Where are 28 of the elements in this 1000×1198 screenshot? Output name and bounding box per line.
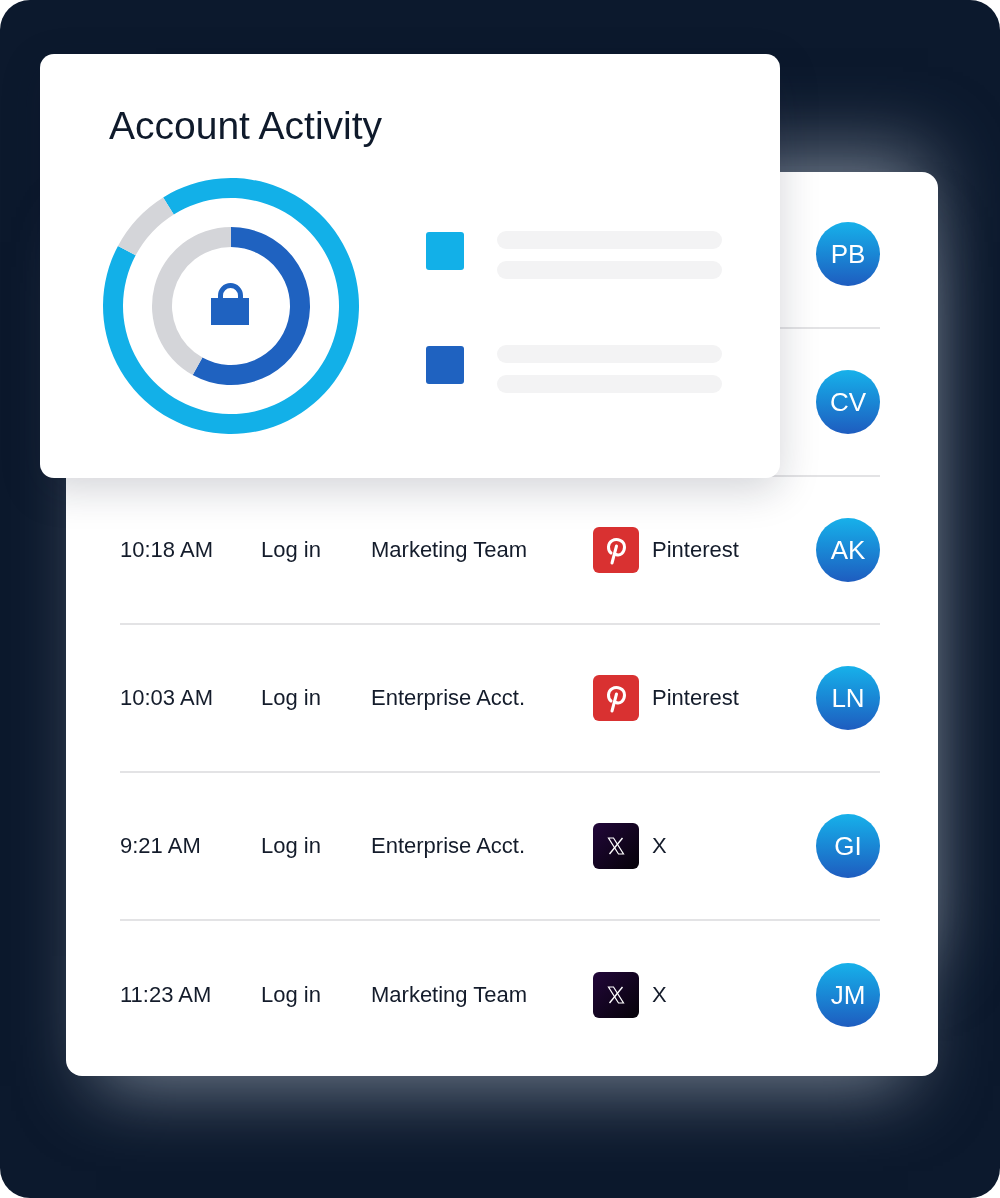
action-text: Log in bbox=[261, 982, 321, 1007]
action-text: Log in bbox=[261, 537, 321, 562]
card-title: Account Activity bbox=[109, 103, 383, 149]
team-text: Marketing Team bbox=[371, 537, 528, 562]
time-text: 9:21 AM bbox=[120, 833, 201, 858]
platform-name: Pinterest bbox=[652, 536, 739, 564]
user-avatar: CV bbox=[816, 370, 880, 434]
x-logo-icon bbox=[593, 823, 639, 869]
team-text: Marketing Team bbox=[371, 982, 528, 1007]
x-logo-icon bbox=[593, 972, 639, 1018]
p-logo-icon bbox=[593, 675, 639, 721]
time-text: 10:03 AM bbox=[120, 685, 213, 710]
time-text: 10:18 AM bbox=[120, 537, 213, 562]
user-avatar: JM bbox=[816, 963, 880, 1027]
user-avatar: PB bbox=[816, 222, 880, 286]
platform-name: Pinterest bbox=[652, 684, 739, 712]
p-logo-icon bbox=[593, 527, 639, 573]
user-avatar: AK bbox=[816, 518, 880, 582]
platform-name: X bbox=[652, 832, 667, 860]
user-avatar: LN bbox=[816, 666, 880, 730]
team-text: Enterprise Acct. bbox=[371, 833, 526, 858]
team-text: Enterprise Acct. bbox=[371, 685, 526, 710]
action-text: Log in bbox=[261, 685, 321, 710]
platform-name: X bbox=[652, 981, 667, 1009]
time-text: 11:23 AM bbox=[120, 982, 212, 1007]
user-avatar: GI bbox=[816, 814, 880, 878]
action-text: Log in bbox=[261, 833, 321, 858]
lock-icon bbox=[211, 283, 249, 325]
